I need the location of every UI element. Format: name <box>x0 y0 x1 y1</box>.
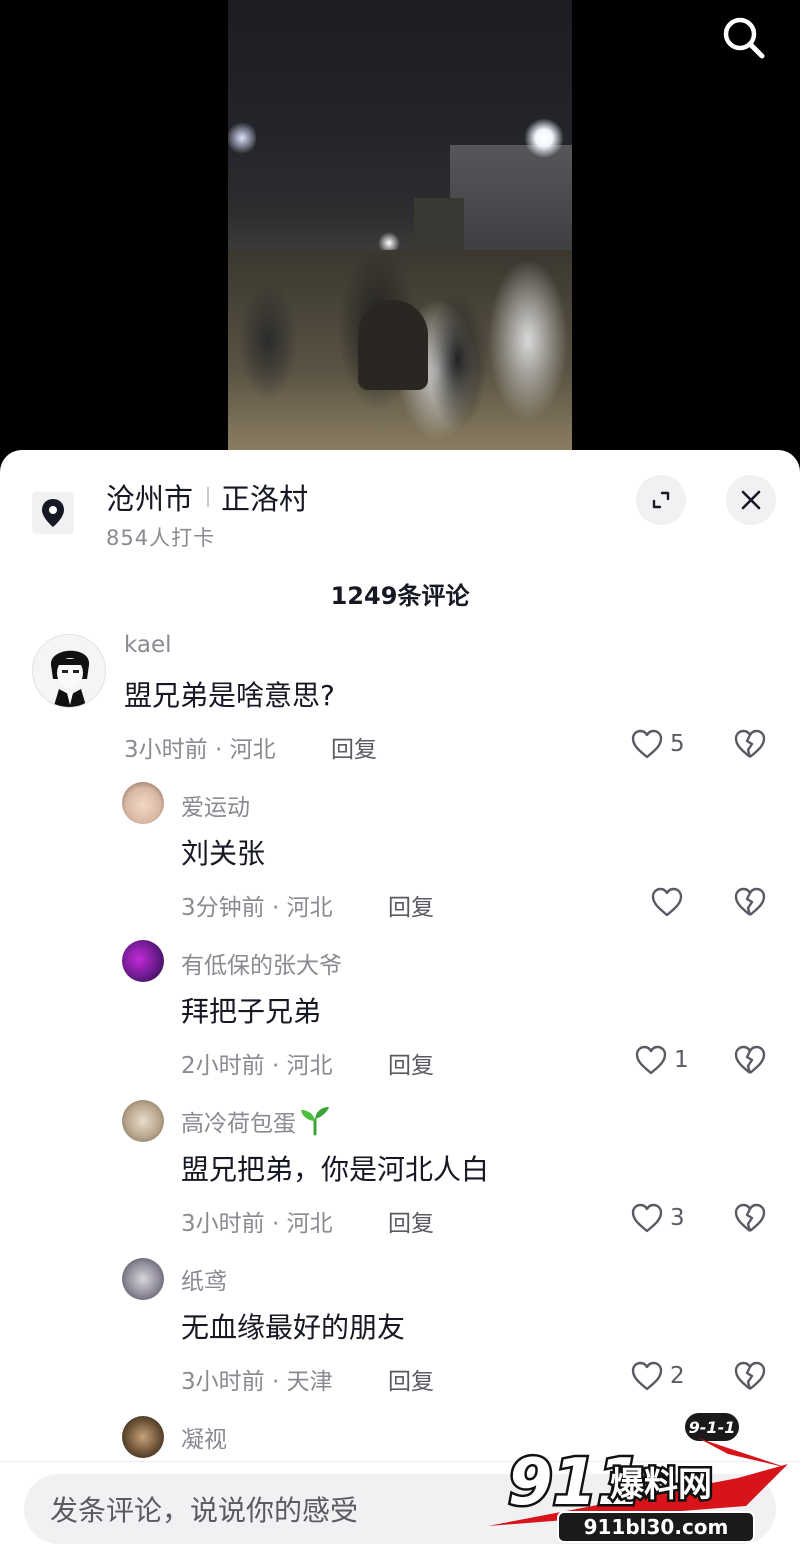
location-pin <box>32 492 74 534</box>
close-button[interactable] <box>726 475 776 525</box>
reply-text: 盟兄把弟，你是河北人白 <box>181 1153 490 1186</box>
expand-icon <box>652 491 670 509</box>
heart-icon <box>631 1203 663 1233</box>
watermark-logo: 9-1-1 911 爆料网 911bl30.com <box>488 1408 794 1548</box>
reply-button[interactable]: 回复 <box>331 730 377 764</box>
location-title[interactable]: 沧州市 正洛村 <box>106 476 308 518</box>
watermark-brand: 爆料网 <box>610 1465 712 1505</box>
location-place: 正洛村 <box>221 482 309 516</box>
reply-username[interactable]: 纸鸢 <box>181 1262 227 1296</box>
dislike-button[interactable] <box>730 1356 770 1396</box>
location-pin-icon <box>42 499 64 527</box>
video-street-light-2 <box>228 120 256 156</box>
like-button[interactable]: 1 <box>634 1040 689 1080</box>
heart-icon <box>635 1045 667 1075</box>
reply-item: 有低保的张大爷 拜把子兄弟 2小时前 · 河北 回复 1 <box>0 938 800 1088</box>
like-count: 3 <box>670 1205 685 1231</box>
comment-username[interactable]: kael <box>124 632 172 658</box>
close-icon <box>741 490 761 510</box>
reply-username-row[interactable]: 高冷荷包蛋 <box>181 1104 332 1138</box>
reply-username[interactable]: 有低保的张大爷 <box>181 946 342 980</box>
broken-heart-icon <box>734 1045 766 1074</box>
search-icon <box>723 17 765 59</box>
video-building <box>450 145 572 265</box>
avatar[interactable] <box>122 1100 164 1142</box>
like-button[interactable] <box>650 882 690 922</box>
like-button[interactable]: 2 <box>630 1356 685 1396</box>
reply-meta: 3分钟前 · 河北 <box>181 895 333 921</box>
reply-item: 纸鸢 无血缘最好的朋友 3小时前 · 天津 回复 2 <box>0 1254 800 1404</box>
expand-button[interactable] <box>636 475 686 525</box>
avatar[interactable] <box>122 782 164 824</box>
reply-button[interactable]: 回复 <box>388 1362 434 1396</box>
broken-heart-icon <box>734 729 766 758</box>
comment-meta: 3小时前 · 河北 <box>124 737 276 763</box>
dislike-button[interactable] <box>730 1040 770 1080</box>
avatar[interactable] <box>122 1258 164 1300</box>
reply-meta: 2小时前 · 河北 <box>181 1053 333 1079</box>
heart-icon <box>651 887 683 917</box>
like-count: 5 <box>670 731 685 757</box>
watermark-url: 911bl30.com <box>584 1515 729 1539</box>
video-foreground-head <box>358 300 428 390</box>
heart-icon <box>631 729 663 759</box>
comment-item: kael 盟兄弟是啥意思? 3小时前 · 河北 回复 5 <box>0 626 800 776</box>
like-button[interactable]: 3 <box>630 1198 685 1238</box>
broken-heart-icon <box>734 1203 766 1232</box>
location-divider <box>207 487 210 507</box>
reply-meta: 3小时前 · 河北 <box>181 1211 333 1237</box>
watermark-badge: 9-1-1 <box>689 1418 736 1437</box>
dislike-button[interactable] <box>730 882 770 922</box>
reply-username[interactable]: 凝视 <box>181 1420 227 1454</box>
dislike-button[interactable] <box>730 1198 770 1238</box>
avatar[interactable] <box>32 634 106 708</box>
broken-heart-icon <box>734 887 766 916</box>
video-player[interactable] <box>0 0 800 470</box>
comment-count-title: 1249条评论 <box>330 582 470 610</box>
reply-username: 高冷荷包蛋 <box>181 1111 296 1137</box>
like-button[interactable]: 5 <box>630 724 685 764</box>
video-frame[interactable] <box>228 0 572 450</box>
reply-item: 高冷荷包蛋 盟兄把弟，你是河北人白 3小时前 · 河北 回复 3 <box>0 1096 800 1246</box>
location-city: 沧州市 <box>106 482 194 516</box>
reply-item: 爱运动 刘关张 3分钟前 · 河北 回复 <box>0 780 800 930</box>
comment-sheet: 沧州市 正洛村 854人打卡 1249条评论 kael 盟兄弟是啥意思? 3小时… <box>0 450 800 1551</box>
broken-heart-icon <box>734 1361 766 1390</box>
watermark-graphic: 9-1-1 911 爆料网 911bl30.com <box>488 1411 788 1543</box>
sprout-icon <box>301 1107 329 1136</box>
avatar[interactable] <box>122 1416 164 1458</box>
reply-button[interactable]: 回复 <box>388 1204 434 1238</box>
heart-icon <box>631 1361 663 1391</box>
video-street-light <box>524 118 564 158</box>
avatar-anime-boy <box>33 635 105 707</box>
location-checkins: 854人打卡 <box>106 526 216 550</box>
reply-button[interactable]: 回复 <box>388 888 434 922</box>
search-button[interactable] <box>716 10 772 66</box>
like-count: 2 <box>670 1363 685 1389</box>
reply-text: 拜把子兄弟 <box>181 995 322 1028</box>
dislike-button[interactable] <box>730 724 770 764</box>
reply-button[interactable]: 回复 <box>388 1046 434 1080</box>
reply-text: 无血缘最好的朋友 <box>181 1311 406 1344</box>
reply-meta: 3小时前 · 天津 <box>181 1369 333 1395</box>
location-header[interactable]: 沧州市 正洛村 854人打卡 <box>0 450 800 560</box>
reply-text: 刘关张 <box>181 837 266 870</box>
like-count: 1 <box>674 1047 689 1073</box>
reply-username[interactable]: 爱运动 <box>181 788 250 822</box>
avatar[interactable] <box>122 940 164 982</box>
comment-text: 盟兄弟是啥意思? <box>124 679 335 712</box>
